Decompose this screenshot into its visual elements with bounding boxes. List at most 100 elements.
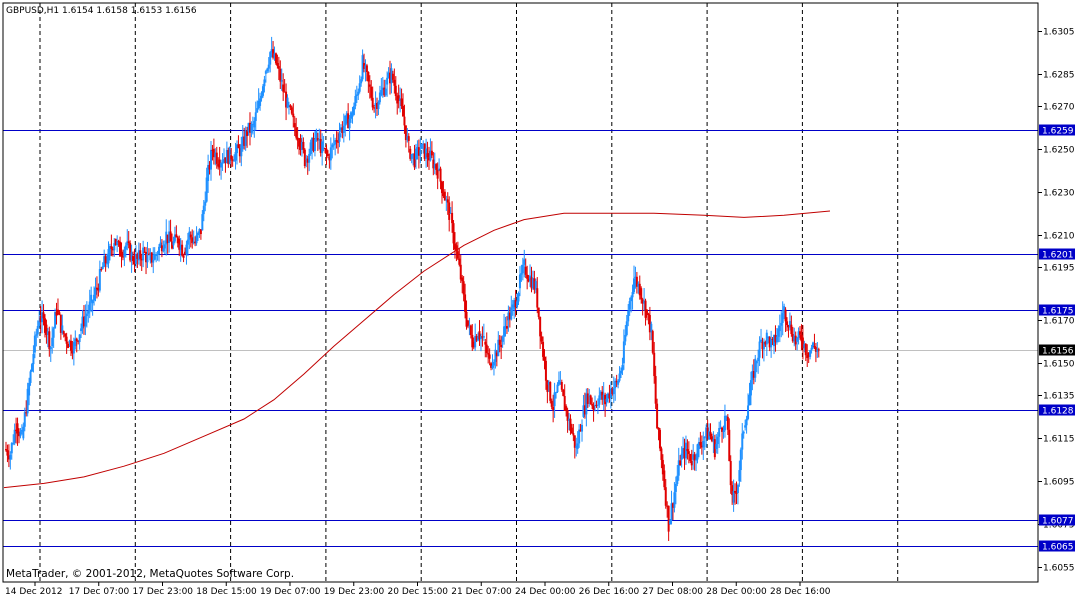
candle-body [736,484,739,494]
candle-body [419,150,422,156]
candle-body [23,412,26,427]
candle-body [556,384,559,393]
candle-body [104,256,107,264]
candle-body [455,245,458,252]
candle-body [734,490,737,493]
candle-body [261,86,264,96]
candle-body [625,321,628,335]
candle-body [169,231,172,242]
candle-body [263,79,266,87]
candle-body [732,490,735,503]
candle-body [780,322,783,326]
candle-body [570,427,573,434]
candle-body [516,301,519,308]
candle-body [728,429,731,462]
candle-body [231,159,234,161]
price-tick-label: 1.6055 [1043,564,1075,574]
candle-body [10,443,13,454]
price-chart[interactable]: 1.6305 1.6285 1.6270 1.6250 1.6230 1.6210 1.61… [0,0,1075,599]
candle-body [537,307,540,317]
candle-body [786,321,789,326]
candle-body [156,253,159,255]
candle-body [550,400,553,407]
price-axis: 1.6305 1.6285 1.6270 1.6250 1.6230 1.6210 1.61… [1038,28,1075,574]
price-tick-label: 1.6135 [1043,392,1075,402]
candle-body [338,133,341,142]
time-tick-label: 17 Dec 07:00 [69,587,130,597]
candle-body [589,395,592,405]
candle-body [282,84,285,92]
candle-body [686,449,689,452]
price-tick-label: 1.6230 [1043,189,1075,199]
level-label: 1.6077 [1042,517,1074,527]
candle-body [253,120,256,128]
candle-body [451,212,454,224]
candle-body [757,357,760,362]
chart-window[interactable]: 1.6305 1.6285 1.6270 1.6250 1.6230 1.6210 1.61… [0,0,1075,599]
candle-body [393,79,396,86]
candle-body [162,248,165,252]
candle-body [277,66,280,69]
price-tick-label: 1.6270 [1043,103,1075,113]
bid-label: 1.6156 [1039,344,1075,357]
candle-body [804,343,807,356]
candle-body [163,244,166,249]
candle-body [510,307,513,320]
candle-body [75,338,78,342]
price-tick-label: 1.6195 [1043,264,1075,274]
copyright-text: MetaTrader, © 2001-2012, MetaQuotes Soft… [6,568,294,580]
candle-body [380,90,383,96]
candle-body [658,429,661,449]
candle-body [592,405,595,411]
candle-body [565,406,568,411]
level-label: 1.6201 [1042,251,1074,261]
chart-title: GBPUSD,H1 1.6154 1.6158 1.6153 1.6156 [6,6,197,16]
candle-body [778,325,781,332]
candle-body [748,394,751,406]
candle-body [30,364,33,372]
candle-body [204,201,207,206]
candle-body [16,423,19,434]
candle-body [517,293,520,302]
candle-body [33,335,36,353]
candle-body [329,147,332,161]
candle-body [313,139,316,151]
candle-body [586,393,589,404]
candle-body [657,427,660,430]
candle-body [790,324,793,334]
candle-body [461,277,464,282]
candle-body [621,365,624,371]
candle-body [420,143,423,149]
candle-body [484,341,487,345]
candle-body [152,259,155,263]
time-tick-label: 18 Dec 15:00 [196,587,257,597]
candle-body [5,449,7,451]
candle-body [185,244,188,255]
candle-body [13,429,16,443]
candle-body [365,65,368,72]
candle-body [29,371,32,383]
candle-body [632,278,635,293]
candle-body [598,395,601,405]
candle-body [321,141,324,154]
time-tick-label: 19 Dec 23:00 [324,587,385,597]
price-tick-label: 1.6285 [1043,71,1075,81]
candle-body [553,392,556,407]
candle-body [799,331,802,335]
candle-body [663,470,666,488]
candle-body [612,388,615,395]
candle-body [260,95,263,99]
vertical-grid [39,3,899,582]
candle-body [181,244,184,256]
candle-body [221,162,224,164]
candle-body [687,451,690,454]
candle-body [84,316,87,327]
time-tick-label: 14 Dec 2012 [5,587,63,597]
candle-body [360,79,363,84]
candle-body [276,63,279,67]
candle-body [679,460,682,466]
candle-body [540,336,543,342]
candle-body [716,436,719,445]
candle-body [250,123,253,133]
candle-body [49,347,52,350]
